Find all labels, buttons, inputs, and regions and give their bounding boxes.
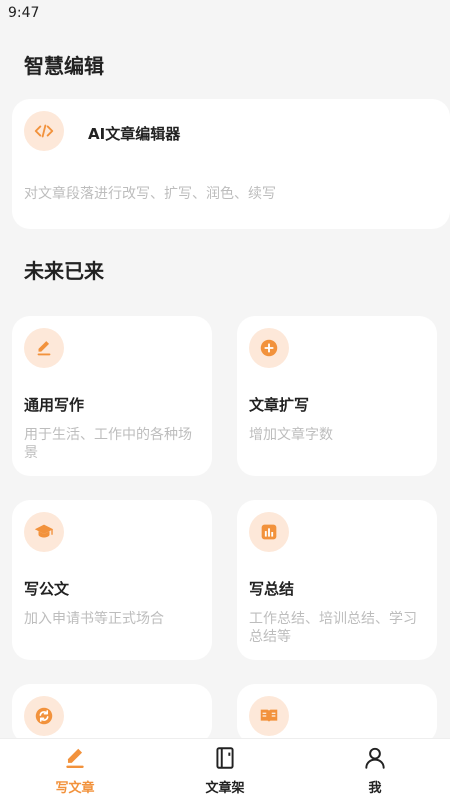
feature-card-general-writing[interactable]: 通用写作 用于生活、工作中的各种场景 (12, 316, 212, 476)
nav-label: 写文章 (55, 781, 95, 796)
feature-card-read[interactable] (237, 684, 437, 744)
nav-label: 文章架 (205, 781, 245, 796)
book-icon (249, 696, 289, 736)
feature-card-expand[interactable]: 文章扩写 增加文章字数 (237, 316, 437, 476)
feature-desc: 增加文章字数 (249, 427, 333, 443)
feature-desc: 工作总结、培训总结、学习总结等 (249, 611, 417, 645)
nav-tab-write[interactable]: 写文章 (0, 739, 150, 800)
code-icon (24, 111, 64, 151)
feature-title: 通用写作 (24, 396, 85, 414)
feature-desc: 用于生活、工作中的各种场景 (24, 427, 192, 461)
bar-chart-icon (249, 512, 289, 552)
feature-card-official-doc[interactable]: 写公文 加入申请书等正式场合 (12, 500, 212, 660)
nav-tab-shelf[interactable]: 文章架 (150, 739, 300, 800)
status-time: 9:47 (8, 5, 40, 21)
feature-desc: 加入申请书等正式场合 (24, 611, 164, 627)
nav-tab-me[interactable]: 我 (300, 739, 450, 800)
feature-card-summary[interactable]: 写总结 工作总结、培训总结、学习总结等 (237, 500, 437, 660)
nav-label: 我 (368, 781, 382, 796)
ai-editor-desc: 对文章段落进行改写、扩写、润色、续写 (24, 186, 276, 202)
ai-editor-card[interactable]: AI文章编辑器 对文章段落进行改写、扩写、润色、续写 (12, 99, 450, 229)
status-bar: 9:47 (0, 0, 450, 26)
feature-title: 文章扩写 (249, 396, 310, 414)
user-icon (365, 747, 385, 769)
refresh-icon (24, 696, 64, 736)
plus-circle-icon (249, 328, 289, 368)
ai-editor-title: AI文章编辑器 (88, 125, 181, 143)
bottom-nav: 写文章 文章架 我 (0, 738, 450, 800)
feature-card-rewrite[interactable] (12, 684, 212, 744)
graduation-cap-icon (24, 512, 64, 552)
section-title-future: 未来已来 (24, 259, 104, 283)
feature-title: 写总结 (249, 580, 295, 598)
pen-icon (24, 328, 64, 368)
pen-icon (66, 748, 84, 768)
notebook-icon (216, 747, 234, 769)
section-title-smart-edit: 智慧编辑 (24, 54, 104, 78)
feature-title: 写公文 (24, 580, 70, 598)
